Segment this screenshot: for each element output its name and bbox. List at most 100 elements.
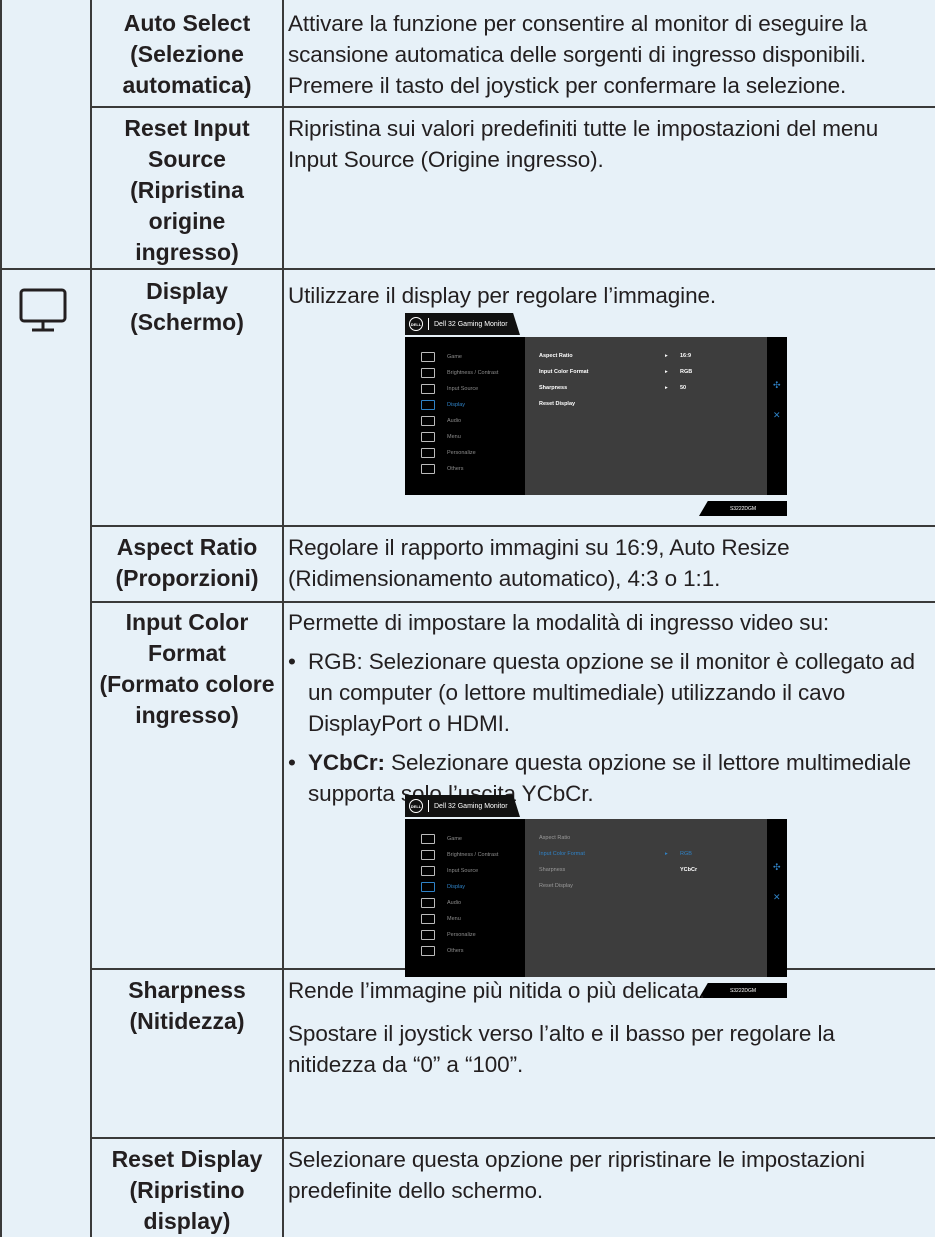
osd-value: 16:9 <box>680 353 692 359</box>
osd-model-tag: S3222DGM <box>699 501 787 516</box>
osd-submenu: Aspect Ratio Input Color Format Sharpnes… <box>525 819 787 977</box>
osd-body: Game Brightness / Contrast Input Source … <box>405 819 787 977</box>
osd-menu: Game Brightness / Contrast Input Source … <box>405 819 525 977</box>
osd-menu-item: Audio <box>405 897 461 909</box>
gamepad-icon <box>421 352 435 362</box>
osd-menu-item: Input Source <box>405 865 478 877</box>
ycbcr-term: YCbCr: <box>308 750 385 775</box>
input-color-format-description: Permette di impostare la modalità di ing… <box>288 607 928 809</box>
brightness-icon <box>421 850 435 860</box>
reset-display-label: Reset Display (Ripristino display) <box>111 1146 263 1234</box>
osd-submenu-item-active: Input Color Format <box>539 851 585 857</box>
osd-menu-item: Brightness / Contrast <box>405 367 498 379</box>
monitor-icon <box>421 882 435 892</box>
osd-submenu-item: Sharpness <box>539 867 566 873</box>
table-column-divider-1 <box>90 0 92 1237</box>
osd-value-arrow: ▸ <box>665 353 668 359</box>
close-icon: ✕ <box>773 410 781 420</box>
row-divider <box>90 601 935 603</box>
table-border-left <box>0 0 2 1237</box>
input-source-icon <box>421 384 435 394</box>
rgb-bullet: • RGB: Selezionare questa opzione se il … <box>288 649 915 736</box>
display-description: Utilizzare il display per regolare l’imm… <box>288 283 717 308</box>
brightness-icon <box>421 368 435 378</box>
osd-menu-item-active: Display <box>405 399 465 411</box>
others-icon <box>421 946 435 956</box>
osd-header: DELL Dell 32 Gaming Monitor <box>405 795 520 817</box>
star-icon <box>421 448 435 458</box>
osd-value-arrow: ▸ <box>665 851 668 857</box>
osd-header-title: Dell 32 Gaming Monitor <box>434 802 508 810</box>
monitor-icon <box>421 400 435 410</box>
input-source-icon <box>421 866 435 876</box>
osd-menu-item: Others <box>405 463 464 475</box>
osd-screenshot-display: DELL Dell 32 Gaming Monitor Game Brightn… <box>405 313 787 516</box>
osd-menu-item: Game <box>405 833 462 845</box>
rgb-text: Selezionare questa opzione se il monitor… <box>308 649 915 736</box>
osd-submenu: Aspect Ratio Input Color Format Sharpnes… <box>525 337 787 495</box>
joystick-icon: ✣ <box>773 862 781 872</box>
osd-header-title: Dell 32 Gaming Monitor <box>434 320 508 328</box>
reset-display-description: Selezionare questa opzione per ripristin… <box>288 1147 865 1203</box>
row-divider <box>90 106 935 108</box>
osd-nav-strip: ✣ ✕ <box>767 337 787 495</box>
input-color-format-label: Input Color Format (Formato colore ingre… <box>99 609 275 728</box>
osd-menu-item: Audio <box>405 415 461 427</box>
dell-logo: DELL <box>409 799 423 813</box>
auto-select-description: Attivare la funzione per consentire al m… <box>288 11 868 98</box>
joystick-icon: ✣ <box>773 380 781 390</box>
sharpness-label: Sharpness (Nitidezza) <box>128 977 246 1034</box>
display-label: Display (Schermo) <box>130 278 244 335</box>
sharpness-description: Rende l’immagine più nitida o più delica… <box>288 975 928 1080</box>
reset-input-source-label: Reset Input Source (Ripristina origine i… <box>124 115 250 265</box>
close-icon: ✕ <box>773 892 781 902</box>
others-icon <box>421 464 435 474</box>
speaker-icon <box>421 416 435 426</box>
gamepad-icon <box>421 834 435 844</box>
osd-menu-item: Input Source <box>405 383 478 395</box>
row-divider <box>90 525 935 527</box>
osd-menu-item-active: Display <box>405 881 465 893</box>
osd-value-arrow: ▸ <box>665 385 668 391</box>
speaker-icon <box>421 898 435 908</box>
osd-submenu-item: Reset Display <box>539 883 573 889</box>
osd-nav-strip: ✣ ✕ <box>767 819 787 977</box>
osd-menu-item: Game <box>405 351 462 363</box>
osd-value: RGB <box>680 369 693 375</box>
menu-icon <box>421 432 435 442</box>
osd-menu-item: Menu <box>405 431 461 443</box>
monitor-icon <box>19 288 67 332</box>
osd-menu-item: Menu <box>405 913 461 925</box>
aspect-ratio-label: Aspect Ratio (Proporzioni) <box>115 534 259 591</box>
table-column-divider-2 <box>282 0 284 1237</box>
rgb-term: RGB: <box>308 649 363 674</box>
osd-screenshot-input-color: DELL Dell 32 Gaming Monitor Game Brightn… <box>405 795 787 998</box>
row-divider <box>90 1137 935 1139</box>
row-divider <box>0 268 935 270</box>
star-icon <box>421 930 435 940</box>
dell-logo: DELL <box>409 317 423 331</box>
osd-submenu-item: Aspect Ratio <box>539 353 573 359</box>
osd-body: Game Brightness / Contrast Input Source … <box>405 337 787 495</box>
osd-submenu-item: Sharpness <box>539 385 568 391</box>
osd-submenu-item: Aspect Ratio <box>539 835 571 841</box>
osd-menu-item: Others <box>405 945 464 957</box>
osd-menu-item: Brightness / Contrast <box>405 849 498 861</box>
osd-menu-item: Personalize <box>405 929 476 941</box>
osd-menu-item: Personalize <box>405 447 476 459</box>
osd-submenu-item: Reset Display <box>539 401 576 407</box>
menu-icon <box>421 914 435 924</box>
sharpness-text-2: Spostare il joystick verso l’alto e il b… <box>288 1021 835 1077</box>
sharpness-text-1: Rende l’immagine più nitida o più delica… <box>288 978 706 1003</box>
osd-header: DELL Dell 32 Gaming Monitor <box>405 313 520 335</box>
osd-menu: Game Brightness / Contrast Input Source … <box>405 337 525 495</box>
input-color-intro: Permette di impostare la modalità di ing… <box>288 610 830 635</box>
manual-page: Auto Select (Selezione automatica) Attiv… <box>0 0 935 1237</box>
auto-select-label: Auto Select (Selezione automatica) <box>122 10 252 98</box>
osd-value: 50 <box>680 385 687 391</box>
osd-submenu-item: Input Color Format <box>539 369 589 375</box>
osd-option-rgb: RGB <box>680 851 692 857</box>
aspect-ratio-description: Regolare il rapporto immagini su 16:9, A… <box>288 535 790 591</box>
reset-input-source-description: Ripristina sui valori predefiniti tutte … <box>288 116 879 172</box>
osd-option-ycbcr: YCbCr <box>680 867 698 873</box>
